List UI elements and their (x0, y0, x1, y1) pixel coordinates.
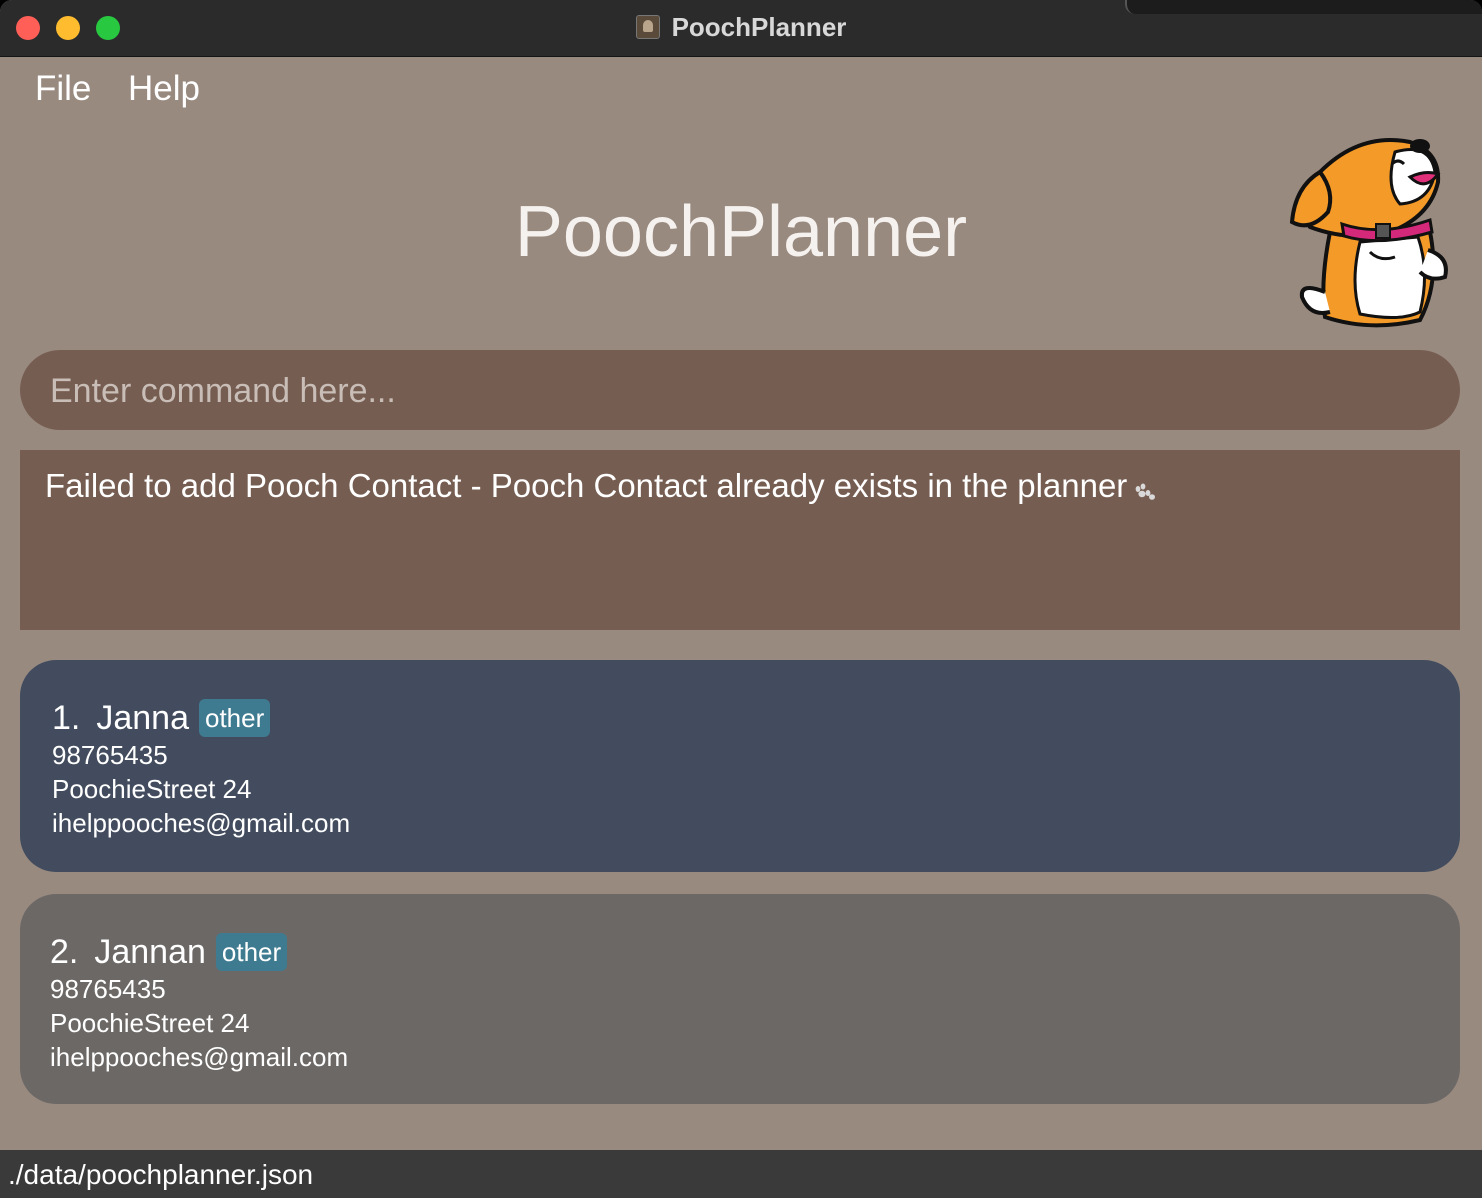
window-title: PoochPlanner (671, 12, 847, 42)
contact-tag: other (199, 699, 271, 737)
contact-email: ihelppooches@gmail.com (52, 808, 351, 838)
save-file-path: ./data/poochplanner.json (8, 1159, 314, 1190)
contact-phone: 98765435 (52, 740, 168, 770)
app-icon (635, 15, 660, 39)
menu-file[interactable]: File (35, 69, 91, 109)
result-message: Failed to add Pooch Contact - Pooch Cont… (45, 467, 1128, 504)
contact-card[interactable]: 1. Janna other 98765435 PoochieStreet 24 i… (20, 660, 1460, 872)
contact-tag: other (215, 933, 288, 971)
result-message-line: Failed to add Pooch Contact - Pooch Cont… (45, 466, 1157, 506)
paw-icon (1135, 483, 1156, 500)
menu-bar: File Help (0, 57, 1482, 121)
contact-phone: 98765435 (50, 974, 166, 1004)
contact-address: PoochieStreet 24 (50, 1008, 250, 1038)
contact-name: Janna (96, 699, 189, 737)
command-input[interactable] (48, 350, 1432, 432)
command-box (20, 350, 1460, 432)
app-window: PoochPlanner File Help PoochPlanner Ente… (0, 0, 1482, 1198)
contact-index: 1. (52, 699, 81, 737)
title-bar: PoochPlanner (0, 0, 1482, 57)
contact-index: 2. (50, 933, 79, 971)
contact-header: 2. Jannan other (50, 932, 288, 972)
overlapping-window-edge (1125, 0, 1482, 14)
contact-name: Jannan (94, 933, 206, 971)
menu-help[interactable]: Help (128, 69, 200, 109)
contact-header: 1. Janna other (52, 698, 271, 738)
result-display: Failed to add Pooch Contact - Pooch Cont… (20, 450, 1460, 630)
status-bar: ./data/poochplanner.json (0, 1150, 1482, 1198)
dog-mascot-icon (1289, 138, 1448, 328)
page-title: PoochPlanner (514, 192, 968, 272)
contact-card[interactable]: 2. Jannan other 98765435 PoochieStreet 24 … (20, 894, 1460, 1104)
contact-email: ihelppooches@gmail.com (50, 1042, 349, 1072)
window-title-area: PoochPlanner (0, 12, 1482, 42)
contact-address: PoochieStreet 24 (52, 774, 252, 804)
